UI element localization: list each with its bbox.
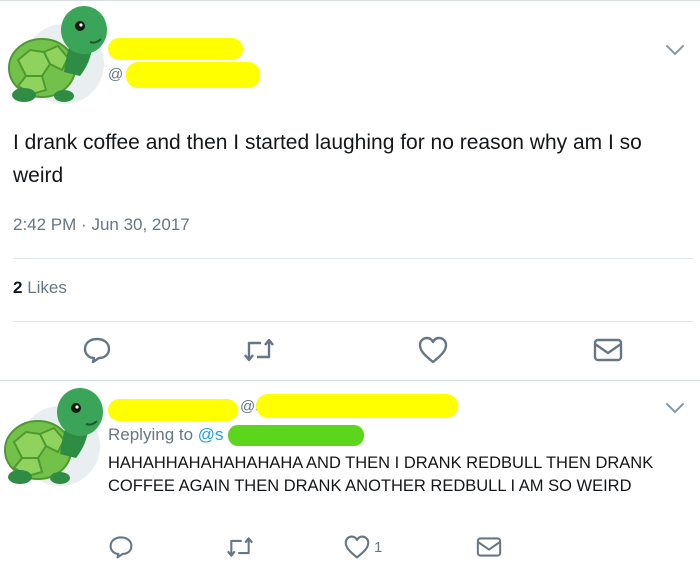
reply-retweet-button[interactable] — [225, 534, 255, 560]
meta-separator: · — [81, 215, 92, 234]
turtle-avatar[interactable] — [6, 2, 111, 104]
heart-icon — [344, 535, 370, 559]
chevron-down-icon[interactable] — [665, 43, 685, 57]
message-icon — [593, 338, 623, 362]
tweet-text: I drank coffee and then I started laughi… — [13, 131, 642, 187]
handle-redaction — [126, 62, 260, 88]
reply-reply-button[interactable] — [108, 534, 134, 560]
heart-icon — [418, 336, 448, 364]
turtle-icon — [8, 6, 107, 104]
reply-button[interactable] — [82, 335, 112, 365]
replying-to-link[interactable]: @s — [198, 425, 224, 444]
reply-icon — [83, 337, 111, 364]
retweet-icon — [227, 537, 253, 557]
tweet-separator — [0, 380, 700, 381]
chevron-down-icon[interactable] — [665, 401, 685, 415]
top-border — [0, 0, 700, 1]
like-button[interactable] — [417, 335, 449, 365]
turtle-icon — [4, 388, 103, 486]
display-name-redaction — [108, 38, 243, 60]
reply-turtle-avatar[interactable] — [2, 384, 107, 486]
message-button[interactable] — [592, 336, 624, 364]
message-icon — [476, 537, 502, 557]
reply-like-button[interactable]: 1 — [343, 534, 382, 560]
likes-label: Likes — [27, 278, 67, 297]
divider — [13, 321, 693, 322]
reply-content: Replying to @s HAHAHHAHAHAHAHAHA AND THE… — [108, 424, 693, 498]
divider — [13, 258, 693, 259]
replying-label: Replying to — [108, 425, 194, 444]
handle-prefix: @ — [108, 66, 124, 83]
replying-to: Replying to @s — [108, 424, 693, 446]
reply-icon — [109, 536, 133, 559]
reply-text: HAHAHHAHAHAHAHAHA AND THEN I DRANK REDBU… — [108, 454, 654, 495]
likes-count: 2 — [13, 278, 23, 297]
reply-message-button[interactable] — [475, 535, 503, 559]
retweet-button[interactable] — [242, 335, 276, 365]
tweet-time: 2:42 PM — [13, 215, 77, 234]
retweet-icon — [244, 338, 274, 362]
reply-name-redaction — [108, 399, 238, 421]
reply-like-count: 1 — [374, 538, 383, 556]
tweet-date: Jun 30, 2017 — [91, 215, 190, 234]
reply-handle-redaction — [256, 394, 458, 418]
likes-summary[interactable]: 2 Likes — [13, 278, 67, 298]
tweet-timestamp[interactable]: 2:42 PM · Jun 30, 2017 — [13, 215, 190, 235]
